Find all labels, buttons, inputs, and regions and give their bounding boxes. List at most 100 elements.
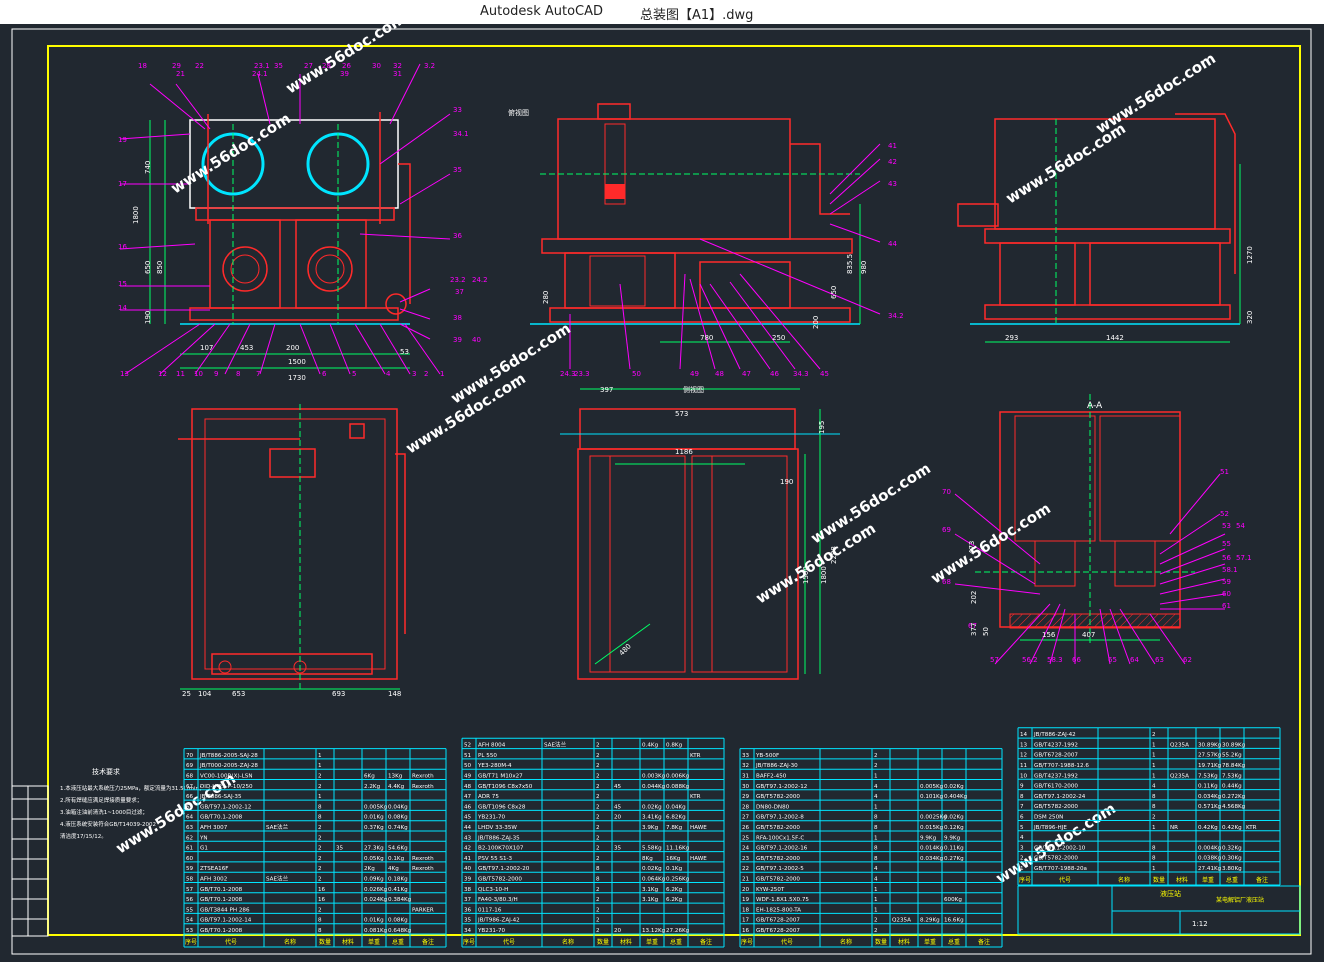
dimension-text: 156 — [1042, 631, 1056, 639]
bom-left-cell: PARKER — [412, 907, 434, 913]
bom-left-cell: 0.1Kg — [388, 856, 405, 862]
part-balloon: 52 — [1220, 510, 1229, 518]
bom-mid-cell: 0.1Kg — [666, 866, 683, 872]
bom-far-cell: 0.034Kg — [1198, 794, 1222, 800]
bom-far-cell: NR — [1170, 825, 1178, 831]
bom-mid-cell: 45 — [614, 784, 622, 790]
bom-left-cell: 0.01Kg — [364, 815, 384, 821]
bom-far-cell: GB/T5782-2000 — [1034, 804, 1078, 810]
part-balloon: 70 — [942, 488, 951, 496]
bom-right-cell: 21 — [742, 877, 750, 883]
bom-right-cell: GB/T5782-2000 — [756, 794, 800, 800]
bom-mid-cell: 3.41Kg — [642, 815, 662, 821]
bom-mid-cell: GB/T5782-2000 — [478, 877, 522, 883]
bom-left-cell: 2 — [318, 784, 322, 790]
dimension-text: 190 — [780, 478, 793, 486]
bom-mid-cell: 5.58Kg — [642, 846, 662, 852]
bom-left-cell: 69 — [186, 763, 194, 769]
bom-mid-cell: HAWE — [690, 856, 707, 862]
bom-right-cell: 18 — [742, 907, 750, 913]
part-balloon: 64 — [1130, 656, 1139, 664]
bom-right-cell: 33 — [742, 753, 750, 759]
bom-right-header: 数量 — [875, 938, 887, 946]
bom-right-cell: 8 — [874, 815, 878, 821]
bom-mid-cell: 38 — [464, 887, 472, 893]
drawing-canvas[interactable]: www.56doc.com www.56doc.com www.56doc.com w… — [0, 9, 1324, 962]
bom-right-cell: 0.014Kg — [920, 846, 944, 852]
part-balloon: 56 — [1222, 554, 1231, 562]
bom-mid-cell: 46 — [464, 804, 472, 810]
part-balloon: 12 — [158, 370, 167, 378]
part-balloon: 3 — [412, 370, 416, 378]
bom-left-cell: 60 — [186, 856, 194, 862]
bom-mid-cell: 16Kg — [666, 856, 681, 862]
bom-right-cell: 1 — [874, 907, 878, 913]
bom-left-cell: 0.37Kg — [364, 825, 384, 831]
bom-right-cell: 9.9Kg — [920, 835, 937, 841]
bom-right-cell: 32 — [742, 763, 749, 769]
part-balloon: 33 — [453, 106, 462, 114]
dimension-text: 280 — [542, 291, 550, 304]
dimension-text: 2288 — [830, 546, 838, 564]
bom-right-cell: 1 — [874, 897, 878, 903]
bom-right-cell: 25 — [742, 835, 750, 841]
part-balloon: 23.2 — [450, 276, 466, 284]
dimension-text: 480 — [618, 642, 633, 657]
bom-right-cell: 1 — [874, 774, 878, 780]
bom-mid-cell: 50 — [464, 763, 472, 769]
bom-mid-header: 序号 — [463, 938, 475, 946]
dimension-text: 650 — [830, 286, 838, 299]
bom-far-cell: 30.89Kg — [1222, 742, 1246, 748]
bom-right-header: 序号 — [741, 938, 753, 946]
bom-mid-cell: 2 — [596, 928, 600, 934]
bom-mid-cell: GB/T97.1-2002-20 — [478, 866, 530, 872]
part-balloon: 68 — [942, 578, 951, 586]
bom-far-cell: 0.32Kg — [1222, 845, 1242, 851]
bom-mid-cell: 51 — [464, 753, 472, 759]
title-block-scale: 1:12 — [1192, 920, 1208, 928]
bom-far-cell: 0.42Kg — [1198, 825, 1218, 831]
part-balloon: 3.2 — [424, 62, 435, 70]
bom-mid-cell: 8 — [596, 877, 600, 883]
bom-far-cell: GB/T4237-1992 — [1034, 773, 1078, 779]
bom-right-cell: 8 — [874, 856, 878, 862]
bom-left-header: 数量 — [319, 938, 331, 946]
part-balloon: 58.3 — [1047, 656, 1063, 664]
bom-mid-cell: 7.8Kg — [666, 825, 683, 831]
bom-far-cell: 0.038Kg — [1198, 856, 1222, 862]
part-balloon: 39 — [340, 70, 349, 78]
bom-left-cell: 61 — [186, 846, 194, 852]
bom-right-cell: 0.12Kg — [944, 825, 964, 831]
bom-right-cell: YB-500F — [755, 753, 779, 759]
bom-left-header: 名称 — [284, 938, 296, 946]
bom-mid-cell: JB/T886-ZAJ-35 — [477, 835, 520, 841]
bom-mid-cell: 0.044Kg — [642, 784, 666, 790]
bom-left-cell: 8 — [318, 928, 322, 934]
part-balloon: 1 — [440, 370, 444, 378]
bom-mid-cell: 48 — [464, 784, 472, 790]
bom-right-cell: GB/T97.1-2002-8 — [756, 815, 804, 821]
bom-left-header: 备注 — [422, 938, 434, 946]
part-balloon: 15 — [118, 280, 127, 288]
bom-mid-cell: 2 — [596, 794, 600, 800]
bom-far-cell: 0.004Kg — [1198, 845, 1222, 851]
bom-mid-cell: SAE法兰 — [544, 741, 567, 749]
bom-mid-cell: HAWE — [690, 825, 707, 831]
bom-mid-cell: 39 — [464, 877, 472, 883]
bom-right-cell: 20 — [742, 887, 750, 893]
bom-right-cell: 30 — [742, 784, 750, 790]
side-view — [530, 103, 881, 370]
bom-mid-cell: LHDV 33-35W — [478, 825, 517, 831]
bom-left-cell: 53 — [186, 928, 194, 934]
part-balloon: 45 — [820, 370, 829, 378]
bom-mid-cell: 0.02Kg — [642, 866, 662, 872]
bom-mid-cell: GB/T71 M10x27 — [478, 774, 523, 780]
bom-left-cell: 6Kg — [364, 774, 375, 780]
bom-mid-cell: 3.1Kg — [642, 887, 659, 893]
bom-left-cell: GB/T70.1-2008 — [200, 928, 243, 934]
bom-right-cell: 2 — [874, 928, 878, 934]
part-balloon: 55 — [1222, 540, 1231, 548]
bom-left-cell: GB/T70.1-2008 — [200, 887, 243, 893]
bom-mid-cell: 2 — [596, 753, 600, 759]
bom-far-cell: 11 — [1020, 763, 1028, 769]
